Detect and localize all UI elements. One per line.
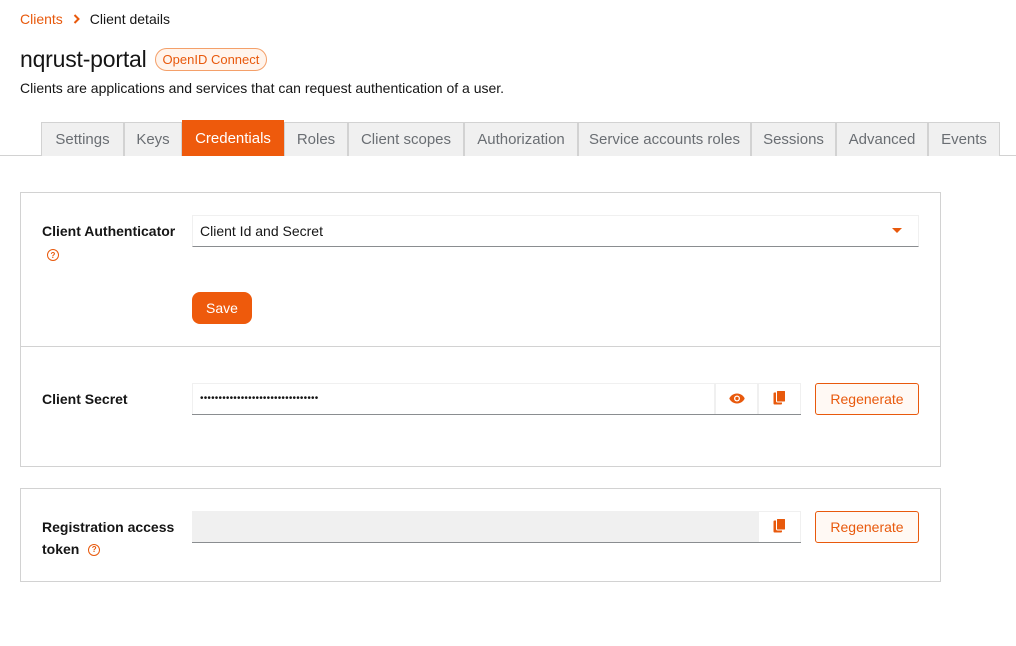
save-button[interactable]: Save bbox=[192, 292, 252, 324]
tab-advanced[interactable]: Advanced bbox=[836, 122, 928, 156]
registration-token-label-line2: token bbox=[42, 541, 80, 557]
tab-keys[interactable]: Keys bbox=[124, 122, 182, 156]
page-subtitle: Clients are applications and services th… bbox=[20, 80, 505, 96]
tab-bar: Settings Keys Credentials Roles Client s… bbox=[0, 120, 1016, 156]
help-icon[interactable]: ? bbox=[47, 249, 59, 261]
protocol-badge: OpenID Connect bbox=[154, 48, 268, 71]
registration-token-label: Registration access token ? bbox=[42, 516, 174, 560]
copy-icon bbox=[773, 518, 786, 536]
registration-token-input bbox=[192, 511, 758, 542]
tab-roles[interactable]: Roles bbox=[284, 122, 348, 156]
eye-icon bbox=[728, 391, 745, 407]
section-divider bbox=[21, 346, 940, 347]
client-authenticator-value: Client Id and Secret bbox=[200, 223, 323, 239]
show-secret-button[interactable] bbox=[715, 383, 758, 414]
registration-token-card: Registration access token ? Regenerate bbox=[20, 488, 941, 582]
client-secret-group: •••••••••••••••••••••••••••••••• bbox=[192, 383, 801, 415]
copy-token-button[interactable] bbox=[758, 511, 801, 542]
chevron-right-icon bbox=[73, 14, 80, 24]
client-authenticator-label: Client Authenticator bbox=[42, 220, 175, 242]
title-row: nqrust-portal OpenID Connect bbox=[20, 46, 268, 73]
client-authenticator-select[interactable]: Client Id and Secret bbox=[192, 215, 919, 247]
tab-authorization[interactable]: Authorization bbox=[464, 122, 578, 156]
registration-token-group bbox=[192, 511, 801, 543]
page-title: nqrust-portal bbox=[20, 46, 147, 72]
breadcrumb-current: Client details bbox=[89, 11, 170, 27]
copy-secret-button[interactable] bbox=[758, 383, 801, 414]
breadcrumb: Clients Client details bbox=[20, 11, 170, 27]
client-secret-label: Client Secret bbox=[42, 391, 128, 407]
client-authenticator-label-text: Client Authenticator bbox=[42, 223, 176, 239]
registration-token-label-line1: Registration access bbox=[42, 519, 175, 535]
copy-icon bbox=[773, 390, 786, 408]
client-secret-input[interactable]: •••••••••••••••••••••••••••••••• bbox=[192, 383, 715, 414]
regenerate-secret-button[interactable]: Regenerate bbox=[815, 383, 919, 415]
caret-down-icon bbox=[892, 228, 902, 233]
tab-settings[interactable]: Settings bbox=[41, 122, 124, 156]
tab-credentials[interactable]: Credentials bbox=[182, 120, 284, 156]
help-icon[interactable]: ? bbox=[88, 544, 101, 557]
tab-client-scopes[interactable]: Client scopes bbox=[348, 122, 464, 156]
regenerate-token-button[interactable]: Regenerate bbox=[815, 511, 919, 543]
tab-sessions[interactable]: Sessions bbox=[751, 122, 836, 156]
breadcrumb-clients-link[interactable]: Clients bbox=[20, 11, 63, 27]
credentials-card: Client Authenticator ? Client Id and Sec… bbox=[20, 192, 941, 467]
tab-events[interactable]: Events bbox=[928, 122, 1000, 156]
tab-service-accounts-roles[interactable]: Service accounts roles bbox=[578, 122, 751, 156]
